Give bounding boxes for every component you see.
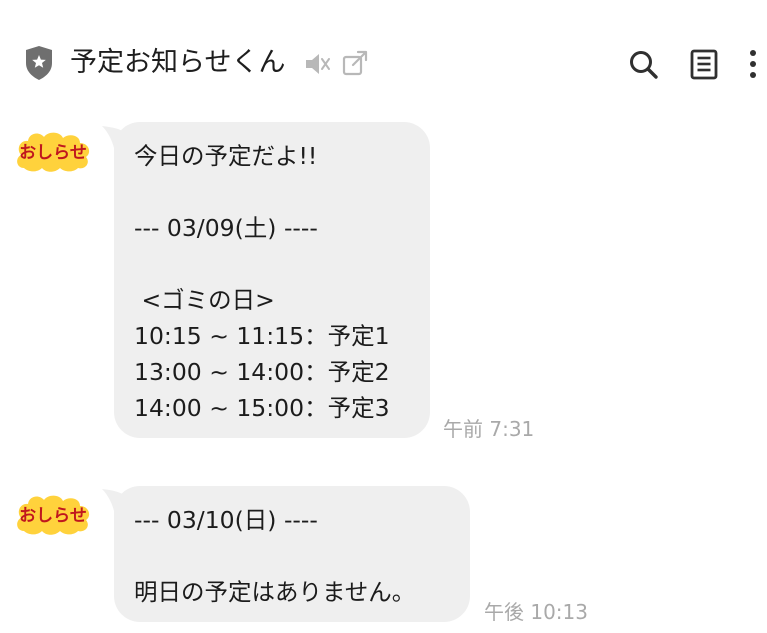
message-line: 10:15 ~ 11:15：予定1 xyxy=(134,322,390,350)
message-line xyxy=(134,246,408,282)
note-icon[interactable] xyxy=(687,46,721,82)
message-time: 午後 10:13 xyxy=(484,600,588,624)
message-line: 14:00 ~ 15:00：予定3 xyxy=(134,394,390,422)
message-line: --- 03/10(日) ---- xyxy=(134,506,318,534)
message-line xyxy=(134,174,408,210)
badge-cloud-icon: おしらせ xyxy=(17,132,90,172)
message-bubble[interactable]: 今日の予定だよ!! --- 03/09(土) ---- <ゴミの日> 10:15… xyxy=(114,122,430,438)
message-line: 今日の予定だよ!! xyxy=(134,142,318,170)
mute-icon xyxy=(306,54,330,74)
message-bubble[interactable]: --- 03/10(日) ---- 明日の予定はありません。 xyxy=(114,486,470,622)
message-line xyxy=(134,538,448,574)
external-link-icon[interactable] xyxy=(341,50,369,78)
svg-text:おしらせ: おしらせ xyxy=(19,506,87,526)
shield-star-icon xyxy=(26,46,52,80)
chat-header: 予定お知らせくん xyxy=(0,0,767,120)
chat-title[interactable]: 予定お知らせくん xyxy=(70,44,285,82)
message-line: 13:00 ~ 14:00：予定2 xyxy=(134,358,390,386)
message-time: 午前 7:31 xyxy=(443,417,535,441)
message-line: --- 03/09(土) ---- xyxy=(134,214,318,242)
message-line: 明日の予定はありません。 xyxy=(134,578,416,606)
search-icon[interactable] xyxy=(627,46,661,82)
badge-cloud-icon: おしらせ xyxy=(17,495,90,535)
sender-avatar[interactable]: おしらせ xyxy=(14,491,92,537)
sender-avatar[interactable]: おしらせ xyxy=(14,128,92,174)
svg-text:おしらせ: おしらせ xyxy=(19,143,87,163)
more-vertical-icon[interactable] xyxy=(736,46,767,82)
message-line: <ゴミの日> xyxy=(134,286,275,314)
